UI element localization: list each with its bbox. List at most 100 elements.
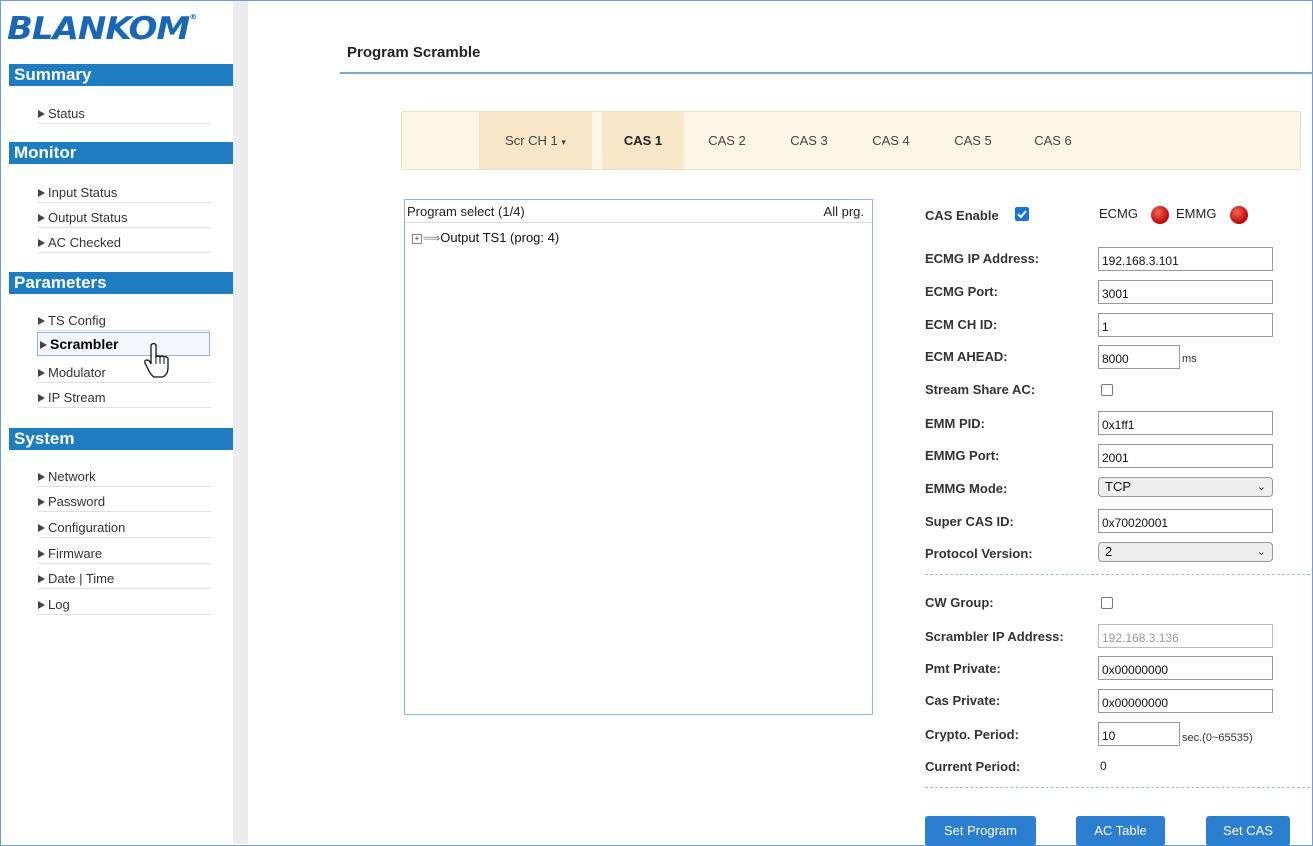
- sidebar-item-input-status[interactable]: Input Status: [38, 183, 211, 203]
- emm-pid-input[interactable]: [1098, 411, 1273, 435]
- tree-node-output-ts1[interactable]: + ⟹Output TS1 (prog: 4): [412, 230, 559, 245]
- triangle-icon: [38, 473, 45, 481]
- cas-private-input[interactable]: [1098, 689, 1273, 713]
- section-summary: Summary: [9, 64, 234, 86]
- scrambler-ip-input[interactable]: [1098, 624, 1273, 648]
- cas-enable-checkbox[interactable]: [1015, 207, 1029, 221]
- ecmg-status-led: [1151, 206, 1169, 224]
- ecmg-status-label: ECMG: [1099, 206, 1138, 221]
- triangle-icon: [38, 317, 45, 325]
- set-cas-button[interactable]: Set CAS: [1206, 816, 1290, 846]
- triangle-icon: [38, 524, 45, 532]
- tab-cas-2[interactable]: CAS 2: [690, 112, 764, 169]
- emmg-status-label: EMMG: [1176, 206, 1217, 221]
- set-program-button[interactable]: Set Program: [925, 816, 1036, 846]
- scrambler-ip-label: Scrambler IP Address:: [925, 629, 1064, 644]
- emm-pid-label: EMM PID:: [925, 416, 985, 431]
- sidebar-item-date-time[interactable]: Date | Time: [38, 569, 211, 589]
- ecm-ahead-unit: ms: [1182, 353, 1197, 365]
- triangle-icon: [38, 601, 45, 609]
- expand-plus-icon[interactable]: +: [412, 234, 422, 244]
- super-cas-id-input[interactable]: [1098, 509, 1273, 533]
- super-cas-id-label: Super CAS ID:: [925, 514, 1014, 529]
- pmt-private-input[interactable]: [1098, 656, 1273, 680]
- sidebar-item-network[interactable]: Network: [38, 467, 211, 487]
- emmg-mode-select[interactable]: TCP ⌄: [1098, 477, 1273, 497]
- stream-share-label: Stream Share AC:: [925, 382, 1036, 397]
- crypto-period-input[interactable]: [1098, 722, 1180, 746]
- cas-enable-label: CAS Enable: [925, 208, 999, 223]
- page-title: Program Scramble: [347, 44, 481, 61]
- section-system: System: [9, 428, 234, 450]
- triangle-icon: [38, 550, 45, 558]
- sidebar-item-firmware[interactable]: Firmware: [38, 544, 211, 564]
- triangle-icon: [40, 341, 47, 349]
- tab-cas-1[interactable]: CAS 1: [602, 112, 684, 169]
- protocol-version-select[interactable]: 2 ⌄: [1098, 542, 1273, 562]
- cas-private-label: Cas Private:: [925, 693, 1001, 708]
- header-divider: [405, 222, 872, 223]
- triangle-icon: [38, 394, 45, 402]
- triangle-icon: [38, 189, 45, 197]
- sidebar-item-modulator[interactable]: Modulator: [38, 363, 211, 383]
- ac-table-button[interactable]: AC Table: [1076, 816, 1165, 846]
- crypto-period-label: Crypto. Period:: [925, 727, 1019, 742]
- tab-cas-4[interactable]: CAS 4: [854, 112, 928, 169]
- sidebar-item-ip-stream[interactable]: IP Stream: [38, 388, 211, 408]
- triangle-icon: [38, 110, 45, 118]
- triangle-icon: [38, 575, 45, 583]
- sidebar-item-status[interactable]: Status: [38, 104, 211, 124]
- tab-cas-3[interactable]: CAS 3: [772, 112, 846, 169]
- sidebar: BLANKOM® Summary Status Monitor Input St…: [1, 1, 234, 844]
- ecmg-port-label: ECMG Port:: [925, 284, 998, 299]
- ecmg-ip-input[interactable]: [1098, 247, 1273, 271]
- current-period-label: Current Period:: [925, 759, 1021, 774]
- hand-cursor-icon: [144, 342, 169, 378]
- ecm-ch-id-label: ECM CH ID:: [925, 317, 998, 332]
- scr-channel-dropdown[interactable]: Scr CH 1 ▾: [479, 112, 592, 169]
- cw-group-checkbox[interactable]: [1101, 597, 1113, 609]
- stream-share-checkbox[interactable]: [1101, 384, 1113, 396]
- all-programs-toggle[interactable]: All prg.: [824, 204, 864, 219]
- tab-bar: Scr CH 1 ▾ CAS 1 CAS 2 CAS 3 CAS 4 CAS 5…: [401, 111, 1301, 170]
- sidebar-item-log[interactable]: Log: [38, 595, 211, 615]
- program-select-header: Program select (1/4): [407, 204, 525, 219]
- protocol-version-label: Protocol Version:: [925, 546, 1033, 561]
- blankom-logo: BLANKOM®: [7, 10, 197, 48]
- ecm-ch-id-input[interactable]: [1098, 313, 1273, 337]
- arrow-right-icon: ⟹: [423, 231, 441, 245]
- sidebar-item-output-status[interactable]: Output Status: [38, 208, 211, 228]
- crypto-period-unit: sec.(0~65535): [1182, 732, 1253, 744]
- ecmg-port-input[interactable]: [1098, 280, 1273, 304]
- sidebar-item-ac-checked[interactable]: AC Checked: [38, 233, 211, 253]
- tab-cas-5[interactable]: CAS 5: [936, 112, 1010, 169]
- title-divider: [340, 72, 1312, 74]
- ecm-ahead-input[interactable]: [1098, 345, 1180, 369]
- section-divider: [925, 787, 1310, 788]
- sidebar-item-configuration[interactable]: Configuration: [38, 518, 211, 538]
- section-divider: [925, 574, 1310, 575]
- tab-cas-6[interactable]: CAS 6: [1016, 112, 1090, 169]
- triangle-icon: [38, 369, 45, 377]
- emmg-port-input[interactable]: [1098, 444, 1273, 468]
- cw-group-label: CW Group:: [925, 595, 994, 610]
- checkmark-icon: [1017, 210, 1027, 219]
- triangle-icon: [38, 498, 45, 506]
- section-monitor: Monitor: [9, 142, 234, 164]
- ecm-ahead-label: ECM AHEAD:: [925, 349, 1008, 364]
- triangle-icon: [38, 214, 45, 222]
- sidebar-gutter: [233, 1, 248, 844]
- chevron-down-icon: ⌄: [1256, 481, 1266, 493]
- ecmg-ip-label: ECMG IP Address:: [925, 251, 1040, 266]
- pmt-private-label: Pmt Private:: [925, 661, 1001, 676]
- sidebar-item-ts-config[interactable]: TS Config: [38, 311, 211, 331]
- sidebar-item-scrambler[interactable]: Scrambler: [37, 332, 210, 356]
- emmg-mode-label: EMMG Mode:: [925, 481, 1008, 496]
- triangle-icon: [38, 239, 45, 247]
- current-period-value: 0: [1100, 759, 1107, 773]
- chevron-down-icon: ⌄: [1256, 546, 1266, 558]
- sidebar-item-password[interactable]: Password: [38, 492, 211, 512]
- emmg-port-label: EMMG Port:: [925, 448, 1000, 463]
- tree-node-label: Output TS1 (prog: 4): [440, 230, 560, 245]
- program-select-panel: Program select (1/4) All prg. + ⟹Output T…: [404, 199, 873, 715]
